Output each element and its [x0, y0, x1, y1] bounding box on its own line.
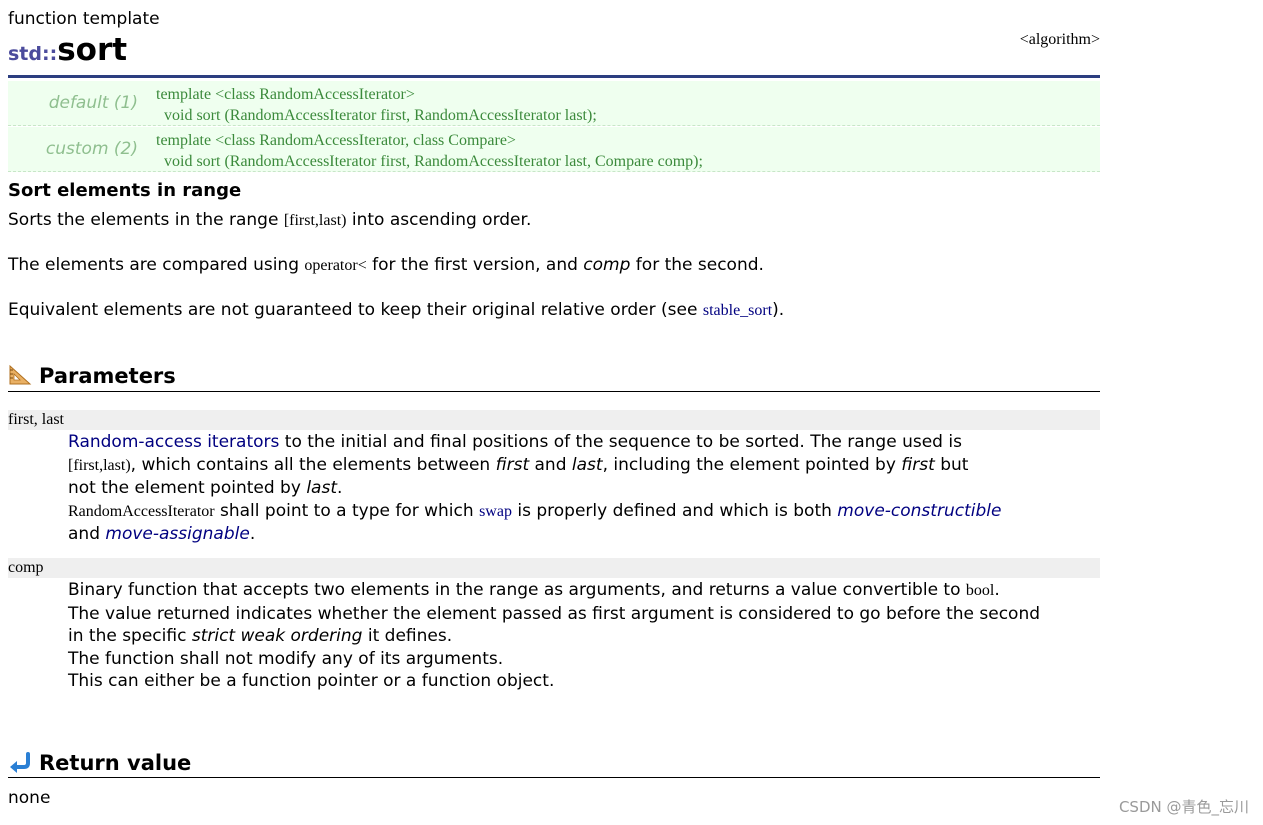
prototype-default: default (1) template <class RandomAccess…	[8, 81, 1100, 126]
section-divider	[8, 391, 1100, 392]
namespace-label: std::	[8, 43, 58, 65]
description-paragraph: Sorts the elements in the range [first,l…	[8, 210, 532, 230]
title-divider	[8, 75, 1100, 78]
header-file-link[interactable]: <algorithm>	[1020, 31, 1100, 49]
page-kind: function template	[8, 9, 160, 29]
param-description: Binary function that accepts two element…	[68, 580, 1041, 691]
return-arrow-icon	[8, 751, 32, 773]
prototype-code: template <class RandomAccessIterator, cl…	[156, 132, 703, 170]
param-name: comp	[8, 559, 44, 576]
page-title: std::sort	[8, 32, 127, 68]
move-constructible-link[interactable]: move-constructible	[837, 501, 1001, 521]
watermark: CSDN @青色_忘川	[1118, 798, 1249, 816]
prototype-code: template <class RandomAccessIterator> vo…	[156, 86, 597, 124]
return-value-text: none	[8, 788, 51, 808]
section-divider	[8, 777, 1100, 778]
move-assignable-link[interactable]: move-assignable	[105, 524, 249, 544]
ruler-triangle-icon	[8, 364, 32, 386]
prototype-label: default (1)	[48, 93, 138, 113]
prototype-custom: custom (2) template <class RandomAccessI…	[8, 127, 1100, 172]
prototype-label: custom (2)	[45, 139, 138, 159]
parameters-heading: Parameters	[8, 364, 176, 388]
random-access-iterators-link[interactable]: Random-access iterators	[68, 432, 279, 452]
param-name: first, last	[8, 411, 64, 428]
short-description: Sort elements in range	[8, 180, 242, 201]
param-description: Random-access iterators to the initial a…	[68, 432, 1002, 544]
return-value-heading: Return value	[8, 751, 191, 775]
description-paragraph: The elements are compared using operator…	[8, 255, 764, 275]
param-name-bar: comp	[8, 558, 1100, 578]
function-name: sort	[57, 32, 128, 68]
description-paragraph: Equivalent elements are not guaranteed t…	[8, 300, 785, 320]
stable-sort-link[interactable]: stable_sort	[703, 302, 772, 319]
swap-link[interactable]: swap	[479, 503, 512, 520]
param-name-bar: first, last	[8, 410, 1100, 430]
